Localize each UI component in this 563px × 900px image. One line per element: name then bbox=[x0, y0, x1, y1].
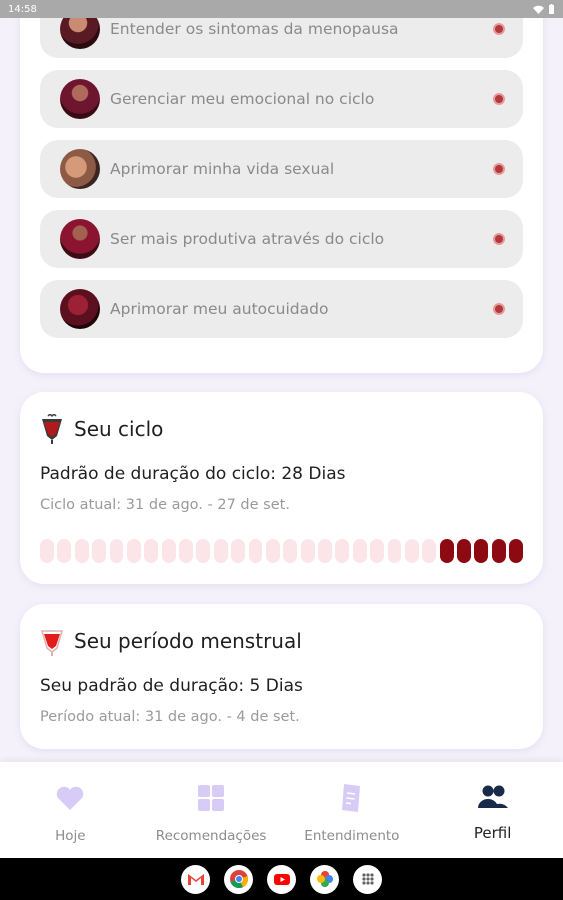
menstrual-cup-icon bbox=[42, 414, 62, 444]
photos-icon[interactable] bbox=[310, 864, 339, 894]
cycle-day bbox=[352, 539, 367, 563]
people-icon bbox=[477, 785, 508, 808]
goal-item-emocional[interactable]: Gerenciar meu emocional no ciclo bbox=[40, 70, 523, 128]
cycle-day bbox=[265, 539, 280, 563]
nav-label: Perfil bbox=[473, 824, 512, 842]
goal-label: Gerenciar meu emocional no ciclo bbox=[110, 90, 375, 108]
cycle-day bbox=[300, 539, 315, 563]
goal-label: Entender os sintomas da menopausa bbox=[110, 20, 399, 38]
cycle-day-period bbox=[474, 539, 489, 563]
menstrual-cup-icon bbox=[40, 630, 64, 656]
app-drawer-icon[interactable] bbox=[353, 864, 382, 894]
goal-label: Ser mais produtiva através do ciclo bbox=[110, 230, 385, 248]
cycle-day bbox=[40, 539, 54, 563]
goal-status-dot bbox=[493, 303, 505, 315]
cycle-card-title: Seu ciclo bbox=[74, 417, 164, 441]
cycle-day-period bbox=[457, 539, 471, 563]
cycle-card-header: Seu ciclo bbox=[40, 414, 163, 444]
youtube-icon[interactable] bbox=[267, 864, 296, 894]
cycle-day bbox=[161, 539, 176, 563]
cycle-day-period bbox=[439, 539, 454, 563]
nav-label: Recomendações bbox=[155, 828, 267, 844]
goal-item-menopausa[interactable]: Entender os sintomas da menopausa bbox=[40, 18, 523, 58]
cycle-day bbox=[318, 539, 332, 563]
cycle-day bbox=[126, 539, 141, 563]
goal-status-dot bbox=[493, 233, 505, 245]
heart-icon bbox=[57, 786, 84, 810]
cycle-day bbox=[57, 539, 72, 563]
goal-item-autocuidado[interactable]: Aprimorar meu autocuidado bbox=[40, 280, 523, 338]
status-bar: 14:58 bbox=[0, 0, 563, 18]
chrome-icon[interactable] bbox=[224, 864, 253, 894]
goal-label: Aprimorar minha vida sexual bbox=[110, 160, 335, 178]
goal-avatar bbox=[60, 289, 100, 329]
goal-status-dot bbox=[493, 23, 505, 35]
period-pattern-text: Seu padrão de duração: 5 Dias bbox=[40, 676, 303, 696]
cycle-day-period bbox=[491, 539, 506, 563]
document-icon bbox=[341, 784, 360, 812]
status-icons bbox=[533, 4, 555, 14]
cycle-day bbox=[231, 539, 245, 563]
cycle-day bbox=[74, 539, 89, 563]
system-dock bbox=[0, 858, 563, 900]
nav-item-perfil[interactable]: Perfil bbox=[422, 762, 563, 858]
cycle-day bbox=[196, 539, 211, 563]
goal-avatar bbox=[60, 18, 100, 49]
nav-item-entendimento[interactable]: Entendimento bbox=[282, 762, 423, 858]
cycle-day bbox=[248, 539, 263, 563]
goal-status-dot bbox=[493, 93, 505, 105]
period-card-header: Seu período menstrual bbox=[40, 626, 302, 656]
period-card[interactable]: Seu período menstrual Seu padrão de dura… bbox=[20, 604, 543, 749]
cycle-card[interactable]: Seu ciclo Padrão de duração do ciclo: 28… bbox=[20, 392, 543, 584]
bottom-navigation: Hoje Recomendações Entendimento Perfil bbox=[0, 762, 563, 858]
cycle-progress-track bbox=[40, 539, 523, 563]
cycle-current-text: Ciclo atual: 31 de ago. - 27 de set. bbox=[40, 497, 290, 513]
main-scroll[interactable]: Entender os sintomas da menopausa Gerenc… bbox=[0, 18, 563, 762]
battery-icon bbox=[549, 4, 554, 14]
cycle-day bbox=[370, 539, 384, 563]
cycle-day bbox=[109, 539, 124, 563]
nav-item-recomendacoes[interactable]: Recomendações bbox=[141, 762, 282, 858]
nav-item-hoje[interactable]: Hoje bbox=[0, 762, 141, 858]
cycle-day bbox=[144, 539, 159, 563]
grid-icon bbox=[198, 785, 225, 811]
cycle-day-period bbox=[509, 539, 523, 563]
goal-item-produtiva[interactable]: Ser mais produtiva através do ciclo bbox=[40, 210, 523, 268]
cycle-day bbox=[422, 539, 437, 563]
period-card-title: Seu período menstrual bbox=[74, 629, 302, 653]
cycle-pattern-text: Padrão de duração do ciclo: 28 Dias bbox=[40, 464, 346, 484]
cycle-day bbox=[283, 539, 298, 563]
period-current-text: Período atual: 31 de ago. - 4 de set. bbox=[40, 709, 300, 725]
goal-avatar bbox=[60, 219, 100, 259]
cycle-day bbox=[335, 539, 350, 563]
goal-item-vida-sexual[interactable]: Aprimorar minha vida sexual bbox=[40, 140, 523, 198]
nav-label: Entendimento bbox=[304, 828, 400, 844]
status-time: 14:58 bbox=[8, 3, 37, 15]
nav-label: Hoje bbox=[55, 828, 86, 844]
goal-avatar bbox=[60, 149, 100, 189]
cycle-day bbox=[213, 539, 228, 563]
goals-card: Entender os sintomas da menopausa Gerenc… bbox=[20, 18, 543, 373]
gmail-icon[interactable] bbox=[181, 864, 210, 894]
goal-status-dot bbox=[493, 163, 505, 175]
cycle-day bbox=[92, 539, 106, 563]
wifi-icon bbox=[533, 5, 544, 14]
goal-avatar bbox=[60, 79, 100, 119]
cycle-day bbox=[387, 539, 402, 563]
goal-label: Aprimorar meu autocuidado bbox=[110, 300, 329, 318]
cycle-day bbox=[404, 539, 419, 563]
cycle-day bbox=[179, 539, 193, 563]
